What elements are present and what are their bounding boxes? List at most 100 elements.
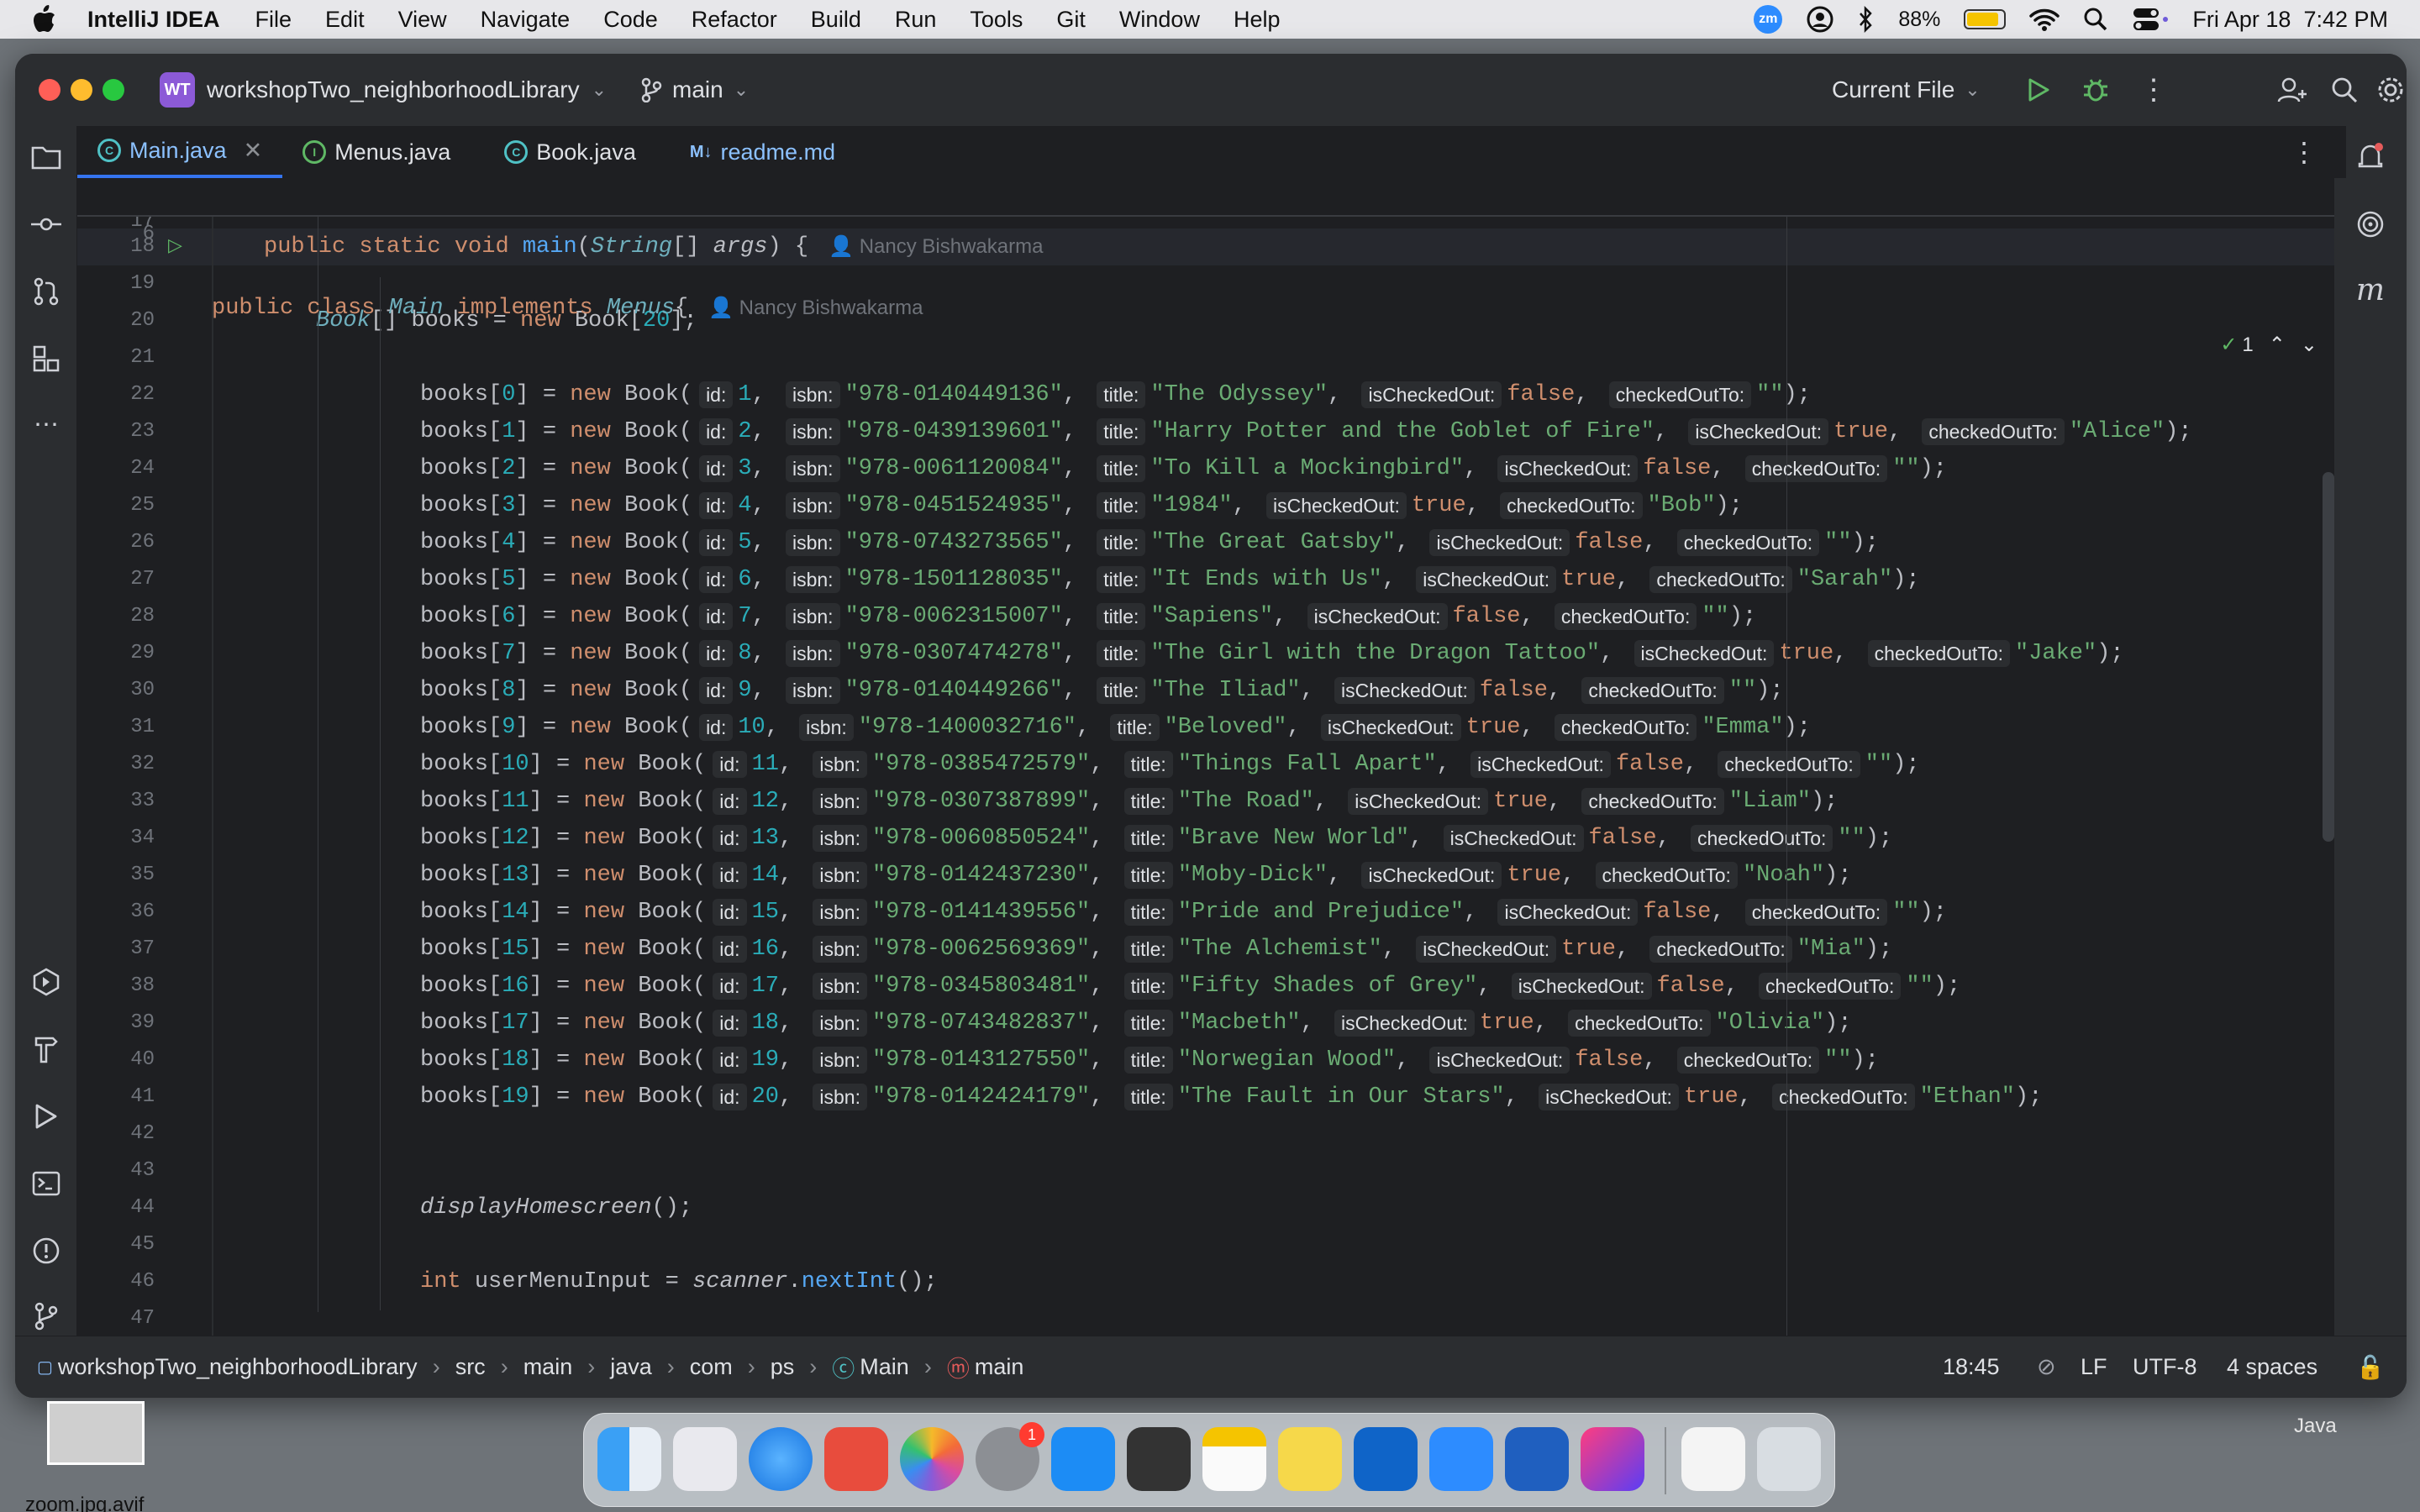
more-tools-icon[interactable]: ⋯ xyxy=(30,408,62,440)
code-line[interactable]: 27 books[5] = new Book(id: 6, isbn: "978-15… xyxy=(77,561,2334,598)
control-center-icon[interactable] xyxy=(2132,7,2169,32)
code-line[interactable]: 37 books[15] = new Book(id: 16, isbn: "978-… xyxy=(77,931,2334,968)
breadcrumb-ps[interactable]: ps xyxy=(771,1354,795,1380)
breadcrumb-main-folder[interactable]: main xyxy=(523,1354,573,1380)
photos-icon[interactable] xyxy=(900,1427,964,1491)
code-line[interactable]: 43 xyxy=(77,1152,2334,1189)
run-config-selector[interactable]: Current File ⌄ xyxy=(1832,76,1981,103)
code-line[interactable]: 23 books[1] = new Book(id: 2, isbn: "978-04… xyxy=(77,413,2334,450)
code-line[interactable]: 38 books[16] = new Book(id: 17, isbn: "978-… xyxy=(77,968,2334,1005)
code-line[interactable]: 25 books[3] = new Book(id: 4, isbn: "978-04… xyxy=(77,487,2334,524)
project-switcher[interactable]: WT workshopTwo_neighborhoodLibrary ⌄ xyxy=(160,72,607,108)
zoom-window-button[interactable] xyxy=(103,79,124,101)
git-icon[interactable] xyxy=(30,1300,62,1332)
code-line[interactable]: 18 ▷ public static void main(String[] args… xyxy=(77,228,2334,265)
add-user-icon[interactable] xyxy=(2277,76,2307,103)
inspection-widget[interactable]: ✓ 1 ⌃ ⌄ xyxy=(2220,327,2317,364)
breadcrumb-java[interactable]: java xyxy=(610,1354,652,1380)
menu-refactor[interactable]: Refactor xyxy=(692,7,777,33)
stickies-icon[interactable] xyxy=(1278,1427,1342,1491)
outlook-icon[interactable] xyxy=(1354,1427,1418,1491)
safari-icon[interactable] xyxy=(749,1427,813,1491)
author-hint[interactable]: 👤 Nancy Bishwakarma xyxy=(708,290,923,327)
menu-help[interactable]: Help xyxy=(1234,7,1281,33)
spotlight-search-icon[interactable] xyxy=(2083,7,2108,32)
tab-book-java[interactable]: C Book.java xyxy=(471,126,656,178)
menu-code[interactable]: Code xyxy=(603,7,658,33)
menu-navigate[interactable]: Navigate xyxy=(481,7,571,33)
code-line[interactable]: 44 displayHomescreen (); xyxy=(77,1189,2334,1226)
code-line[interactable]: 42 xyxy=(77,1116,2334,1152)
menu-view[interactable]: View xyxy=(398,7,447,33)
tab-main-java[interactable]: C Main.java ✕ xyxy=(77,126,283,178)
menu-tools[interactable]: Tools xyxy=(970,7,1023,33)
file-encoding[interactable]: UTF-8 xyxy=(2133,1354,2197,1380)
apple-icon[interactable] xyxy=(32,5,59,34)
tab-options-icon[interactable]: ⋮ xyxy=(2291,136,2317,168)
wifi-icon[interactable] xyxy=(2029,8,2060,31)
indent-setting[interactable]: 4 spaces xyxy=(2227,1354,2317,1380)
zoom-icon[interactable] xyxy=(1429,1427,1493,1491)
structure-icon[interactable] xyxy=(30,343,62,375)
bluetooth-icon[interactable] xyxy=(1858,6,1875,33)
code-line[interactable]: 33 books[11] = new Book(id: 12, isbn: "978-… xyxy=(77,783,2334,820)
close-window-button[interactable] xyxy=(39,79,60,101)
more-actions-icon[interactable]: ⋮ xyxy=(2139,73,2168,107)
menu-build[interactable]: Build xyxy=(811,7,861,33)
zoom-status-icon[interactable]: zm xyxy=(1754,5,1783,34)
debug-icon[interactable] xyxy=(2082,76,2109,103)
pull-requests-icon[interactable] xyxy=(30,276,62,307)
code-line[interactable]: 40 books[18] = new Book(id: 19, isbn: "978-… xyxy=(77,1042,2334,1079)
code-line[interactable]: 24 books[2] = new Book(id: 3, isbn: "978-00… xyxy=(77,450,2334,487)
breadcrumb-com[interactable]: com xyxy=(690,1354,733,1380)
desktop-file-thumbnail[interactable] xyxy=(47,1401,145,1465)
launchpad-icon[interactable] xyxy=(673,1427,737,1491)
code-line[interactable]: 30 books[8] = new Book(id: 9, isbn: "978-01… xyxy=(77,672,2334,709)
downloads-stack-icon[interactable] xyxy=(1681,1427,1745,1491)
project-folder-icon[interactable] xyxy=(30,141,62,173)
services-icon[interactable] xyxy=(30,966,62,998)
menu-git[interactable]: Git xyxy=(1056,7,1086,33)
code-line[interactable]: 45 xyxy=(77,1226,2334,1263)
code-line[interactable]: 36 books[14] = new Book(id: 15, isbn: "978-… xyxy=(77,894,2334,931)
code-line[interactable]: 34 books[12] = new Book(id: 13, isbn: "978-… xyxy=(77,820,2334,857)
code-editor[interactable]: 17 18 ▷ public static void main(String[] ar… xyxy=(77,178,2334,1336)
ai-assistant-icon[interactable] xyxy=(2354,208,2386,240)
breadcrumb-method[interactable]: main xyxy=(975,1354,1024,1380)
notes-icon[interactable] xyxy=(1202,1427,1266,1491)
menu-window[interactable]: Window xyxy=(1119,7,1200,33)
photo-booth-icon[interactable] xyxy=(824,1427,888,1491)
lock-icon[interactable]: 🔓 xyxy=(2356,1354,2385,1381)
tab-readme-md[interactable]: M↓ readme.md xyxy=(656,126,855,178)
close-tab-icon[interactable]: ✕ xyxy=(244,138,263,164)
minimize-window-button[interactable] xyxy=(71,79,92,101)
code-line[interactable]: 35 books[13] = new Book(id: 14, isbn: "978-… xyxy=(77,857,2334,894)
search-icon[interactable] xyxy=(2331,76,2358,103)
trash-icon[interactable] xyxy=(1757,1427,1821,1491)
branch-switcher[interactable]: main ⌄ xyxy=(640,76,749,103)
author-hint[interactable]: 👤 Nancy Bishwakarma xyxy=(829,228,1043,265)
system-settings-icon[interactable]: 1 xyxy=(976,1422,1044,1491)
intellij-icon[interactable] xyxy=(1581,1427,1644,1491)
code-line[interactable]: 46 int userMenuInput = scanner. nextInt (); xyxy=(77,1263,2334,1300)
breadcrumb-class[interactable]: Main xyxy=(860,1354,909,1380)
code-line[interactable]: 32 books[10] = new Book(id: 11, isbn: "978-… xyxy=(77,746,2334,783)
notifications-bell-icon[interactable] xyxy=(2354,141,2386,173)
menubar-clock[interactable]: Fri Apr 18 7:42 PM xyxy=(2192,7,2388,33)
app-store-icon[interactable] xyxy=(1051,1427,1115,1491)
line-separator[interactable]: LF xyxy=(2081,1354,2107,1380)
code-line[interactable]: 39 books[17] = new Book(id: 18, isbn: "978-… xyxy=(77,1005,2334,1042)
settings-gear-icon[interactable] xyxy=(2376,76,2405,104)
battery-icon[interactable] xyxy=(1964,9,2007,29)
desktop-file-label[interactable]: zoom.jpg.avif xyxy=(25,1494,144,1512)
code-line[interactable]: 28 books[6] = new Book(id: 7, isbn: "978-00… xyxy=(77,598,2334,635)
user-status-icon[interactable] xyxy=(1806,5,1834,34)
maven-icon[interactable]: m xyxy=(2354,273,2386,307)
commit-icon[interactable] xyxy=(30,208,62,240)
run-tool-icon[interactable] xyxy=(30,1100,62,1132)
calculator-icon[interactable] xyxy=(1127,1427,1191,1491)
menu-edit[interactable]: Edit xyxy=(325,7,365,33)
code-line[interactable]: 47 xyxy=(77,1300,2334,1336)
chevron-down-icon[interactable]: ⌄ xyxy=(2301,327,2317,364)
terminal-icon[interactable] xyxy=(30,1168,62,1200)
